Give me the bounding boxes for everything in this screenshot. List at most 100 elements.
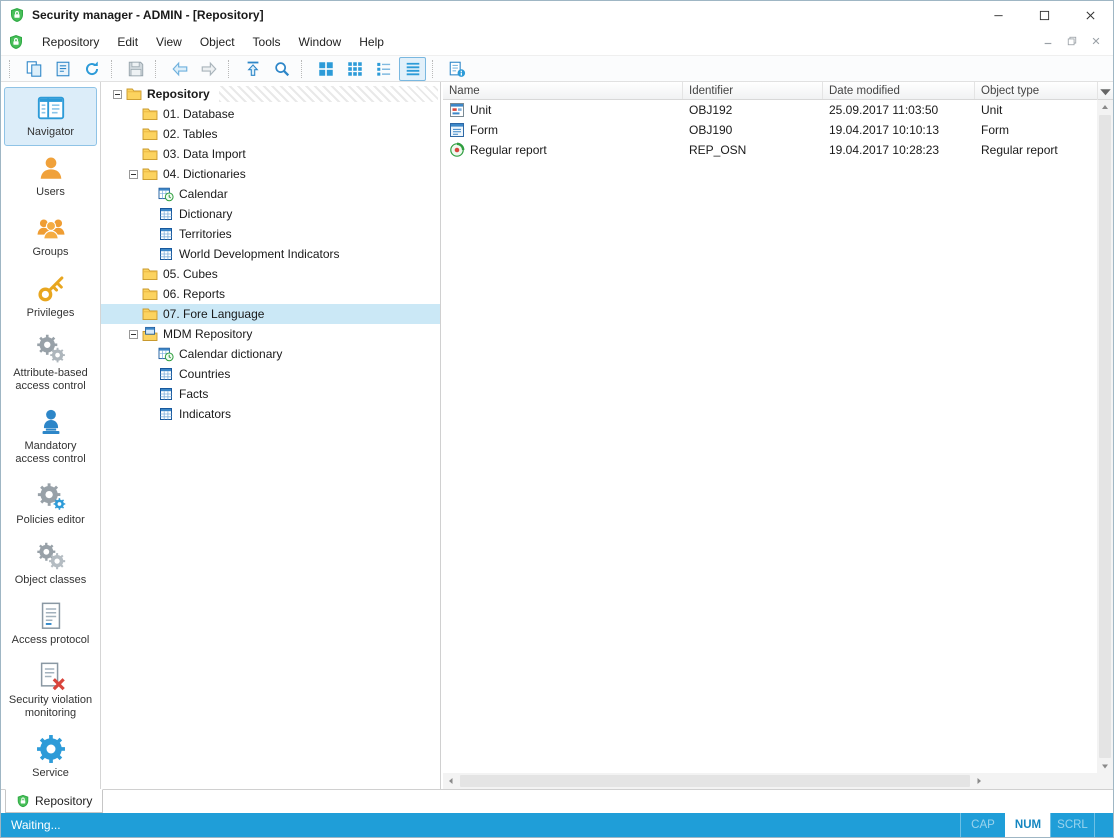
- sidebar-item-users[interactable]: Users: [4, 147, 97, 206]
- minimize-button[interactable]: [975, 1, 1021, 29]
- maximize-button[interactable]: [1021, 1, 1067, 29]
- sidebar-item-security-violation-monitoring[interactable]: Security violation monitoring: [4, 655, 97, 727]
- tree-item-01-database[interactable]: 01. Database: [101, 104, 440, 124]
- large-icons-icon: [317, 60, 335, 78]
- column-menu-button[interactable]: [1097, 82, 1113, 100]
- horizontal-scroll-thumb[interactable]: [460, 775, 970, 787]
- menu-item-view[interactable]: View: [147, 29, 191, 55]
- toolbar-separator: [301, 60, 307, 78]
- properties-icon: [448, 60, 466, 78]
- tree-item-calendar-dictionary[interactable]: Calendar dictionary: [101, 344, 440, 364]
- search-button[interactable]: [268, 57, 295, 81]
- menu-item-repository[interactable]: Repository: [33, 29, 108, 55]
- list-view-button[interactable]: [370, 57, 397, 81]
- up-level-button[interactable]: [239, 57, 266, 81]
- form-icon: [449, 122, 465, 138]
- child-close-button[interactable]: [1091, 35, 1101, 49]
- sidebar-item-label: Users: [36, 186, 65, 199]
- copy-object-button[interactable]: [20, 57, 47, 81]
- menu-item-help[interactable]: Help: [350, 29, 393, 55]
- column-header-identifier[interactable]: Identifier: [683, 82, 823, 99]
- menu-item-window[interactable]: Window: [290, 29, 351, 55]
- tree-item-dictionary[interactable]: Dictionary: [101, 204, 440, 224]
- forward-button[interactable]: [195, 57, 222, 81]
- sidebar-item-object-classes[interactable]: Object classes: [4, 535, 97, 594]
- menu-item-tools[interactable]: Tools: [244, 29, 290, 55]
- toolbar-separator: [228, 60, 234, 78]
- hscroll-right-button[interactable]: [971, 773, 987, 789]
- tab-repository[interactable]: Repository: [5, 789, 103, 813]
- groups-icon: [36, 213, 66, 243]
- app-shield-icon: [16, 794, 30, 808]
- tree-item-territories[interactable]: Territories: [101, 224, 440, 244]
- small-icons-view-button[interactable]: [341, 57, 368, 81]
- details-view-button[interactable]: [399, 57, 426, 81]
- horizontal-scrollbar[interactable]: [443, 773, 1097, 789]
- tree-item-05-cubes[interactable]: 05. Cubes: [101, 264, 440, 284]
- tab-bar: Repository: [1, 789, 1113, 813]
- object-name: Unit: [470, 103, 491, 117]
- security-violation-icon: [36, 661, 66, 691]
- list-row-regular-report[interactable]: Regular reportREP_OSN19.04.2017 10:28:23…: [443, 140, 1097, 160]
- list-row-unit[interactable]: UnitOBJ19225.09.2017 11:03:50Unit: [443, 100, 1097, 120]
- sidebar-item-access-protocol[interactable]: Access protocol: [4, 595, 97, 654]
- hscroll-left-button[interactable]: [443, 773, 459, 789]
- tree-item-facts[interactable]: Facts: [101, 384, 440, 404]
- tree-expander-icon[interactable]: [129, 170, 138, 179]
- tree-item-calendar[interactable]: Calendar: [101, 184, 440, 204]
- vertical-scroll-thumb[interactable]: [1099, 115, 1111, 758]
- paste-object-button[interactable]: [49, 57, 76, 81]
- menu-item-object[interactable]: Object: [191, 29, 244, 55]
- status-bar: Waiting... CAPNUMSCRL: [1, 813, 1113, 837]
- sidebar-item-privileges[interactable]: Privileges: [4, 268, 97, 327]
- statusbar-indicator-num: NUM: [1005, 813, 1050, 837]
- vertical-scrollbar[interactable]: [1097, 100, 1113, 773]
- sidebar-item-label: Privileges: [27, 307, 75, 320]
- column-header-date-modified[interactable]: Date modified: [823, 82, 975, 99]
- folder-icon: [142, 126, 158, 142]
- policies-icon: [36, 481, 66, 511]
- sidebar-item-policies-editor[interactable]: Policies editor: [4, 475, 97, 534]
- close-button[interactable]: [1067, 1, 1113, 29]
- tree-item-world-development-indicators[interactable]: World Development Indicators: [101, 244, 440, 264]
- small-icons-icon: [346, 60, 364, 78]
- tree-item-label: 05. Cubes: [163, 267, 218, 281]
- sidebar-item-attribute-based-access-control[interactable]: Attribute-based access control: [4, 328, 97, 400]
- tree-item-04-dictionaries[interactable]: 04. Dictionaries: [101, 164, 440, 184]
- menu-item-edit[interactable]: Edit: [108, 29, 147, 55]
- tree-item-indicators[interactable]: Indicators: [101, 404, 440, 424]
- back-button[interactable]: [166, 57, 193, 81]
- tree-item-mdm-repository[interactable]: MDM Repository: [101, 324, 440, 344]
- sidebar-item-groups[interactable]: Groups: [4, 207, 97, 266]
- tree-expander-icon[interactable]: [129, 330, 138, 339]
- object-properties-button[interactable]: [443, 57, 470, 81]
- tree-item-countries[interactable]: Countries: [101, 364, 440, 384]
- tree-item-label: 07. Fore Language: [163, 307, 264, 321]
- object-type: Regular report: [975, 143, 1097, 157]
- search-icon: [273, 60, 291, 78]
- refresh-button[interactable]: [78, 57, 105, 81]
- navigator-icon: [36, 93, 66, 123]
- object-classes-icon: [36, 541, 66, 571]
- tree-item-07-fore-language[interactable]: 07. Fore Language: [101, 304, 440, 324]
- sidebar-item-mandatory-access-control[interactable]: Mandatory access control: [4, 401, 97, 473]
- tree-item-02-tables[interactable]: 02. Tables: [101, 124, 440, 144]
- sidebar-item-service[interactable]: Service: [4, 728, 97, 787]
- column-header-object-type[interactable]: Object type: [975, 82, 1097, 99]
- sidebar-item-label: Mandatory access control: [6, 440, 95, 466]
- save-button[interactable]: [122, 57, 149, 81]
- vscroll-up-button[interactable]: [1097, 100, 1113, 114]
- list-row-form[interactable]: FormOBJ19019.04.2017 10:10:13Form: [443, 120, 1097, 140]
- tree-item-repository[interactable]: Repository: [101, 84, 440, 104]
- column-header-name[interactable]: Name: [443, 82, 683, 99]
- child-minimize-button[interactable]: [1043, 35, 1053, 49]
- vscroll-down-button[interactable]: [1097, 759, 1113, 773]
- tree-expander-icon[interactable]: [113, 90, 122, 99]
- child-restore-button[interactable]: [1067, 35, 1077, 49]
- tree-item-03-data-import[interactable]: 03. Data Import: [101, 144, 440, 164]
- sidebar-item-navigator[interactable]: Navigator: [4, 87, 97, 146]
- details-view-icon: [404, 60, 422, 78]
- large-icons-view-button[interactable]: [312, 57, 339, 81]
- sidebar: Navigator Users Groups Privileges Attribute-…: [1, 82, 101, 789]
- tree-item-06-reports[interactable]: 06. Reports: [101, 284, 440, 304]
